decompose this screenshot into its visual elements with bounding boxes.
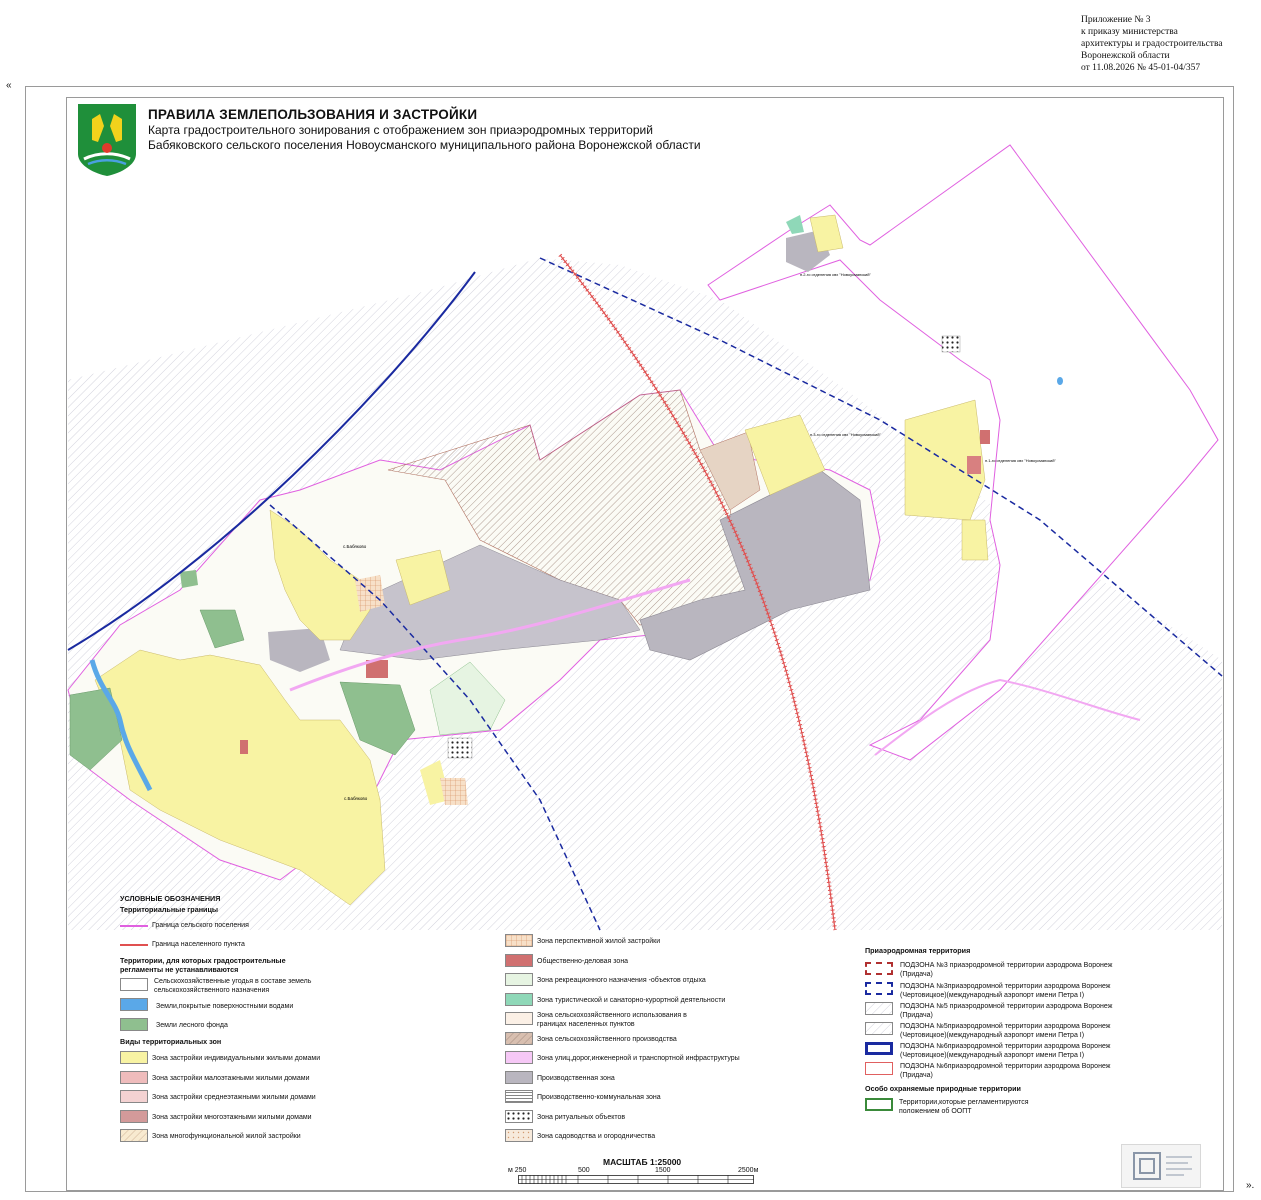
swatch-border-settlement bbox=[120, 925, 148, 927]
legend-section-protected: Особо охраняемые природные территории bbox=[865, 1084, 1021, 1093]
swatch-a5 bbox=[865, 1002, 893, 1015]
label-otd1: п.1-го отделения свх "Новоусманский" bbox=[985, 458, 1056, 463]
swatch-tourism bbox=[505, 993, 533, 1006]
label-agri-prod: Зона сельскохозяйственного производства bbox=[537, 1036, 677, 1043]
label-a6: ПОДЗОНА №6приаэродромной территории аэро… bbox=[900, 1063, 1111, 1079]
swatch-garden bbox=[505, 1129, 533, 1142]
swatch-ritual bbox=[505, 1110, 533, 1123]
label-a5b: ПОДЗОНА №5приаэродромной территории аэро… bbox=[900, 1023, 1111, 1039]
swatch-a6b bbox=[865, 1042, 893, 1055]
swatch-business bbox=[505, 954, 533, 967]
label-a5: ПОДЗОНА №5 приаэродромной территории аэр… bbox=[900, 1003, 1113, 1019]
label-individual: Зона застройки индивидуальными жилыми до… bbox=[152, 1055, 321, 1062]
label-garden: Зона садоводства и огородничества bbox=[537, 1133, 656, 1140]
legend-section-zones: Виды территориальных зон bbox=[120, 1037, 222, 1046]
title-subtitle: Карта градостроительного зонирования с о… bbox=[148, 123, 701, 153]
label-a3: ПОДЗОНА №3 приаэродромной территории аэр… bbox=[900, 962, 1113, 978]
coat-of-arms-icon bbox=[78, 104, 136, 176]
label-otd2: п.2-го отделения свх "Новоусманский" bbox=[800, 272, 871, 277]
label-perspective: Зона перспективной жилой застройки bbox=[537, 938, 661, 945]
label-forest: Земли лесного фонда bbox=[156, 1022, 228, 1029]
label-recreation: Зона рекреационного назначения -объектов… bbox=[537, 977, 706, 984]
swatch-water bbox=[120, 998, 148, 1011]
swatch-agri-prod bbox=[505, 1032, 533, 1045]
label-business: Общественно-деловая зона bbox=[537, 958, 629, 965]
swatch-streets bbox=[505, 1051, 533, 1064]
swatch-lowrise bbox=[120, 1071, 148, 1084]
organization-logo bbox=[1121, 1144, 1201, 1188]
label-border-settlement: Граница сельского поселения bbox=[152, 922, 249, 929]
label-highrise: Зона застройки многоэтажными жилыми дома… bbox=[152, 1114, 312, 1121]
label-lowrise: Зона застройки малоэтажными жилыми домам… bbox=[152, 1075, 310, 1082]
legend-section-airfield: Приаэродромная территория bbox=[865, 946, 971, 955]
swatch-midrise bbox=[120, 1090, 148, 1103]
label-border-locality: Граница населенного пункта bbox=[152, 941, 245, 948]
legend-section-borders: Территориальные границы bbox=[120, 905, 219, 914]
swatch-border-locality bbox=[120, 944, 148, 946]
scale-label-3: 2500м bbox=[738, 1167, 759, 1174]
title-line-1: Карта градостроительного зонирования с о… bbox=[148, 123, 653, 137]
title-line-2: Бабяковского сельского поселения Новоусм… bbox=[148, 138, 701, 152]
label-a6b: ПОДЗОНА №6приаэродромной территории аэро… bbox=[900, 1043, 1111, 1059]
swatch-ind-comm bbox=[505, 1090, 533, 1103]
swatch-a6 bbox=[865, 1062, 893, 1075]
scale-label-1: 500 bbox=[578, 1167, 590, 1174]
label-streets: Зона улиц,дорог,инженерной и транспортно… bbox=[537, 1055, 740, 1062]
swatch-industrial bbox=[505, 1071, 533, 1084]
label-water: Земли,покрытые поверхностными водами bbox=[156, 1003, 294, 1010]
label-industrial: Производственная зона bbox=[537, 1075, 615, 1082]
scale-label-0: м 250 bbox=[508, 1167, 527, 1174]
label-babyakovo-south: с.Бабяково bbox=[344, 796, 368, 801]
label-protected: Территории,которые регламентируются поло… bbox=[899, 1099, 1029, 1115]
scale-bar bbox=[518, 1175, 754, 1184]
swatch-individual bbox=[120, 1051, 148, 1064]
label-agri-use: Зона сельскохозяйственного использования… bbox=[537, 1012, 687, 1028]
swatch-perspective bbox=[505, 934, 533, 947]
label-multifunc: Зона многофункциональной жилой застройки bbox=[152, 1133, 301, 1140]
label-ind-comm: Производственно-коммунальная зона bbox=[537, 1094, 661, 1101]
swatch-a3b bbox=[865, 982, 893, 995]
scale-title: МАСШТАБ 1:25000 bbox=[603, 1157, 682, 1167]
swatch-recreation bbox=[505, 973, 533, 986]
label-babyakovo-north: с.Бабяково bbox=[343, 544, 367, 549]
swatch-agri-land bbox=[120, 978, 148, 991]
label-tourism: Зона туристической и санаторно-курортной… bbox=[537, 997, 726, 1004]
swatch-protected bbox=[865, 1098, 893, 1111]
title-main: ПРАВИЛА ЗЕМЛЕПОЛЬЗОВАНИЯ И ЗАСТРОЙКИ bbox=[148, 107, 478, 122]
legend-section-no-regs: Территории, для которых градостроительны… bbox=[120, 956, 286, 974]
swatch-a3 bbox=[865, 962, 893, 975]
swatch-a5b bbox=[865, 1022, 893, 1035]
label-midrise: Зона застройки среднеэтажными жилыми дом… bbox=[152, 1094, 316, 1101]
label-ritual: Зона ритуальных объектов bbox=[537, 1114, 626, 1121]
legend-title: УСЛОВНЫЕ ОБОЗНАЧЕНИЯ bbox=[120, 894, 221, 903]
scale-label-2: 1500 bbox=[655, 1167, 671, 1174]
swatch-forest bbox=[120, 1018, 148, 1031]
label-otd3: п.3-го отделения свх "Новоусманский" bbox=[810, 432, 881, 437]
swatch-highrise bbox=[120, 1110, 148, 1123]
label-agri-land: Сельскохозяйственные угодья в составе зе… bbox=[154, 978, 312, 994]
swatch-agri-use bbox=[505, 1012, 533, 1025]
label-a3b: ПОДЗОНА №3приаэродромной территории аэро… bbox=[900, 983, 1111, 999]
swatch-multifunc bbox=[120, 1129, 148, 1142]
